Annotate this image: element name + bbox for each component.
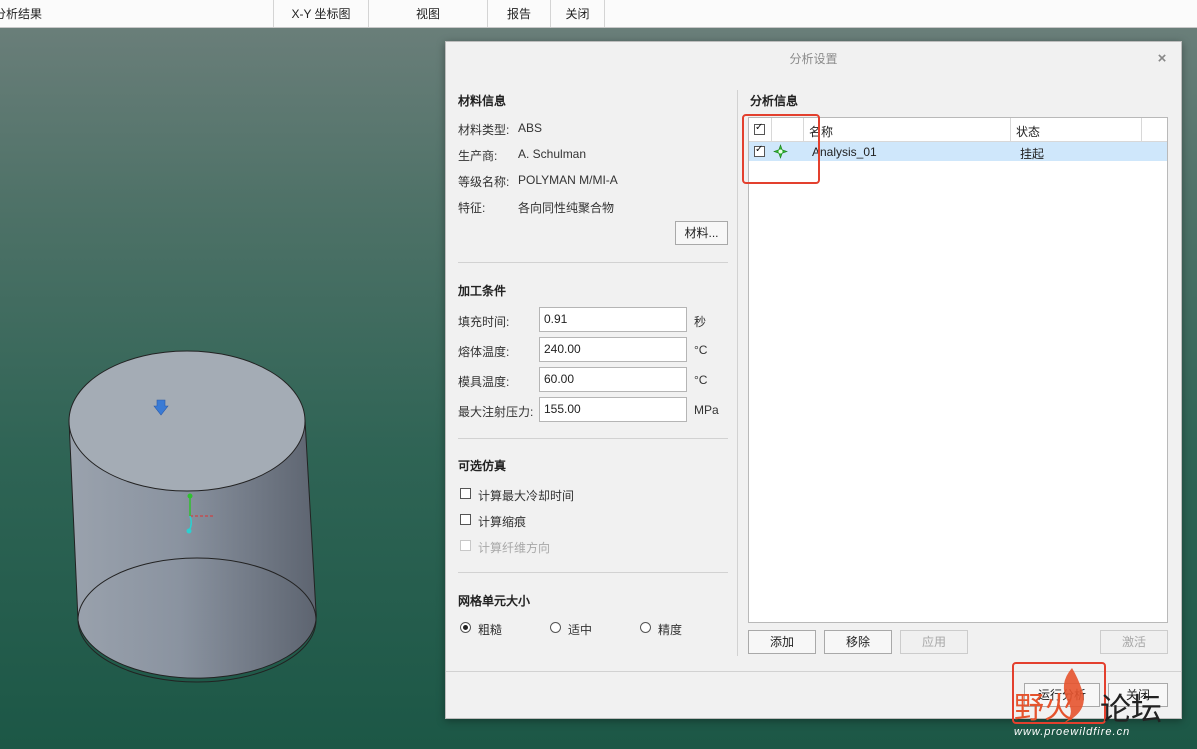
process-section-title: 加工条件 <box>458 284 507 298</box>
watermark-url: www.proewildfire.cn <box>1014 726 1131 738</box>
dialog-title: 分析设置 <box>789 52 838 66</box>
add-button[interactable]: 添加 <box>748 630 816 654</box>
characteristic-value: 各向同性纯聚合物 <box>518 201 615 215</box>
mold-temp-input[interactable]: 60.00 <box>539 367 687 392</box>
material-section-title: 材料信息 <box>458 94 507 108</box>
mesh-coarse-label: 粗糙 <box>478 623 503 637</box>
material-type-value: ABS <box>518 121 543 135</box>
mesh-fine-label: 精度 <box>658 623 683 637</box>
material-type-label: 材料类型: <box>458 123 510 137</box>
forum-logo-icon: 野火 <box>1014 668 1084 726</box>
mesh-medium-label: 适中 <box>568 623 593 637</box>
divider <box>458 262 728 263</box>
manufacturer-label: 生产商: <box>458 149 498 163</box>
fill-time-unit: 秒 <box>694 315 707 329</box>
fill-time-label: 填充时间: <box>458 315 510 329</box>
analysis-list[interactable]: 名称 状态 Analysis_01 挂起 <box>748 117 1168 623</box>
apply-button[interactable]: 应用 <box>900 630 968 654</box>
column-header-status[interactable]: 状态 <box>1016 123 1040 140</box>
mesh-medium-radio[interactable] <box>550 622 561 633</box>
max-pressure-unit: MPa <box>694 403 719 417</box>
melt-temp-label: 熔体温度: <box>458 345 510 359</box>
mold-temp-label: 模具温度: <box>458 375 510 389</box>
melt-temp-input[interactable]: 240.00 <box>539 337 687 362</box>
analysis-status: 挂起 <box>1020 147 1045 161</box>
melt-temp-unit: °C <box>694 343 708 357</box>
mold-temp-unit: °C <box>694 373 708 387</box>
mesh-coarse-radio[interactable] <box>460 622 471 633</box>
fiber-orientation-checkbox <box>460 540 471 551</box>
menu-close[interactable]: 关闭 <box>551 0 605 27</box>
activate-button[interactable]: 激活 <box>1100 630 1168 654</box>
mesh-fine-radio[interactable] <box>640 622 651 633</box>
max-pressure-label: 最大注射压力: <box>458 405 534 419</box>
menu-report[interactable]: 报告 <box>488 0 551 27</box>
fill-time-input[interactable]: 0.91 <box>539 307 687 332</box>
manufacturer-value: A. Schulman <box>518 147 587 161</box>
divider <box>458 572 728 573</box>
sink-marks-checkbox[interactable] <box>460 514 471 525</box>
material-button[interactable]: 材料... <box>675 221 728 245</box>
remove-button[interactable]: 移除 <box>824 630 892 654</box>
column-separator <box>1141 118 1142 141</box>
fiber-orientation-label: 计算纤维方向 <box>478 541 551 555</box>
divider <box>458 438 728 439</box>
annotation-box <box>742 114 820 184</box>
optional-section-title: 可选仿真 <box>458 459 507 473</box>
model-viewport[interactable] <box>0 0 445 749</box>
analysis-name: Analysis_01 <box>812 145 877 159</box>
grade-name-label: 等级名称: <box>458 175 510 189</box>
grade-name-value: POLYMAN M/MI-A <box>518 173 618 187</box>
characteristic-label: 特征: <box>458 201 486 215</box>
max-cooling-time-checkbox[interactable] <box>460 488 471 499</box>
max-pressure-input[interactable]: 155.00 <box>539 397 687 422</box>
column-separator <box>1010 118 1011 141</box>
watermark-text: 论坛 <box>1100 692 1162 728</box>
max-cooling-time-label: 计算最大冷却时间 <box>478 489 575 503</box>
sink-marks-label: 计算缩痕 <box>478 515 527 529</box>
column-separator <box>737 90 738 656</box>
mesh-section-title: 网格单元大小 <box>458 594 531 608</box>
cylinder-top-face[interactable] <box>68 350 306 492</box>
close-icon[interactable]: × <box>1153 50 1171 68</box>
analysis-info-title: 分析信息 <box>750 94 799 108</box>
svg-text:野火: 野火 <box>1014 691 1074 726</box>
